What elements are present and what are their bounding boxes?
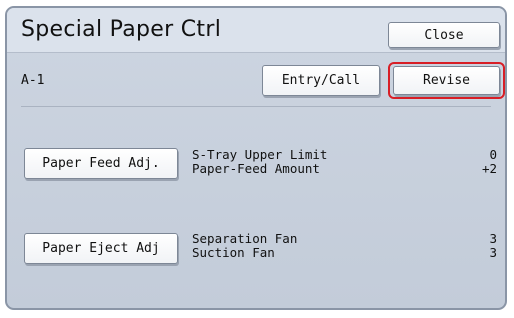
param-row: Suction Fan 3 xyxy=(192,246,497,260)
entry-call-button[interactable]: Entry/Call xyxy=(262,65,380,96)
param-value: +2 xyxy=(481,161,497,176)
paper-eject-adj-button[interactable]: Paper Eject Adj xyxy=(24,233,178,264)
close-button[interactable]: Close xyxy=(388,22,500,48)
param-label: Suction Fan xyxy=(192,245,275,260)
entry-code: A-1 xyxy=(21,73,45,88)
param-value: 0 xyxy=(489,147,497,162)
param-label: Separation Fan xyxy=(192,231,298,246)
param-row: S-Tray Upper Limit 0 xyxy=(192,148,497,162)
revise-button[interactable]: Revise xyxy=(393,66,500,95)
param-label: Paper-Feed Amount xyxy=(192,161,320,176)
special-paper-ctrl-panel: Special Paper Ctrl Close A-1 Entry/Call … xyxy=(5,6,507,310)
paper-eject-params: Separation Fan 3 Suction Fan 3 xyxy=(192,232,497,260)
paper-feed-params: S-Tray Upper Limit 0 Paper-Feed Amount +… xyxy=(192,148,497,176)
param-value: 3 xyxy=(489,231,497,246)
param-row: Paper-Feed Amount +2 xyxy=(192,162,497,176)
page-title: Special Paper Ctrl xyxy=(21,17,222,42)
param-row: Separation Fan 3 xyxy=(192,232,497,246)
paper-feed-adj-button[interactable]: Paper Feed Adj. xyxy=(24,148,178,179)
param-value: 3 xyxy=(489,245,497,260)
param-label: S-Tray Upper Limit xyxy=(192,147,328,162)
divider xyxy=(21,106,491,107)
